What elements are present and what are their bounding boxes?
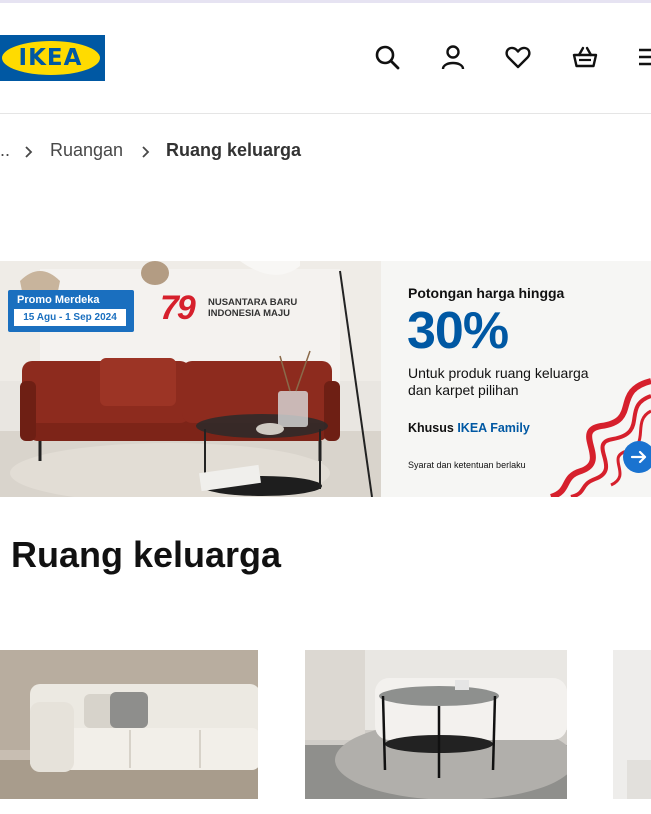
promo-banner[interactable]: Promo Merdeka 15 Agu - 1 Sep 2024 79 NUS… xyxy=(0,261,651,497)
offer-percent: 30% xyxy=(407,302,509,360)
promo-tag: Promo Merdeka 15 Agu - 1 Sep 2024 xyxy=(8,290,134,332)
basket-icon[interactable] xyxy=(570,42,600,72)
anniversary-tagline: NUSANTARA BARU INDONESIA MAJU xyxy=(208,297,318,319)
offer-terms: Syarat dan ketentuan berlaku xyxy=(408,460,526,470)
sofa-photo xyxy=(0,650,258,799)
ikea-logo[interactable]: IKEA xyxy=(0,35,105,81)
offer-description: Untuk produk ruang keluarga dan karpet p… xyxy=(408,365,589,398)
anniversary-line-1: NUSANTARA BARU xyxy=(208,297,298,308)
offer-panel: Potongan harga hingga 30% Untuk produk r… xyxy=(381,261,651,497)
promo-dates: 15 Agu - 1 Sep 2024 xyxy=(14,309,126,326)
offer-family-name: IKEA Family xyxy=(457,421,530,435)
partial-photo xyxy=(613,650,651,799)
chevron-right-icon xyxy=(139,144,153,165)
logo-text: IKEA xyxy=(18,45,83,71)
category-card-partial[interactable] xyxy=(613,650,651,799)
heart-icon[interactable] xyxy=(503,42,533,72)
menu-icon[interactable] xyxy=(634,42,651,72)
chevron-right-icon xyxy=(22,144,36,165)
coffee-table-photo xyxy=(305,650,567,799)
search-icon[interactable] xyxy=(372,42,402,72)
arrow-right-icon[interactable] xyxy=(623,441,651,473)
breadcrumb-current: Ruang keluarga xyxy=(166,140,302,160)
breadcrumb-ellipsis[interactable]: .. xyxy=(0,140,10,161)
offer-family: Khusus IKEA Family xyxy=(408,421,530,435)
anniversary-line-2: INDONESIA MAJU xyxy=(208,308,290,319)
page-title: Ruang keluarga xyxy=(11,534,282,575)
anniversary-logo: 79 xyxy=(160,289,196,327)
user-icon[interactable] xyxy=(438,42,468,72)
offer-family-prefix: Khusus xyxy=(408,421,454,435)
category-card-sofa[interactable] xyxy=(0,650,258,799)
breadcrumb-item-ruangan[interactable]: Ruangan xyxy=(50,140,123,161)
category-card-coffee-table[interactable] xyxy=(305,650,567,799)
site-header: IKEA xyxy=(0,3,651,114)
offer-heading: Potongan harga hingga xyxy=(408,285,565,301)
promo-title: Promo Merdeka xyxy=(17,294,100,306)
logo-oval: IKEA xyxy=(1,41,100,75)
